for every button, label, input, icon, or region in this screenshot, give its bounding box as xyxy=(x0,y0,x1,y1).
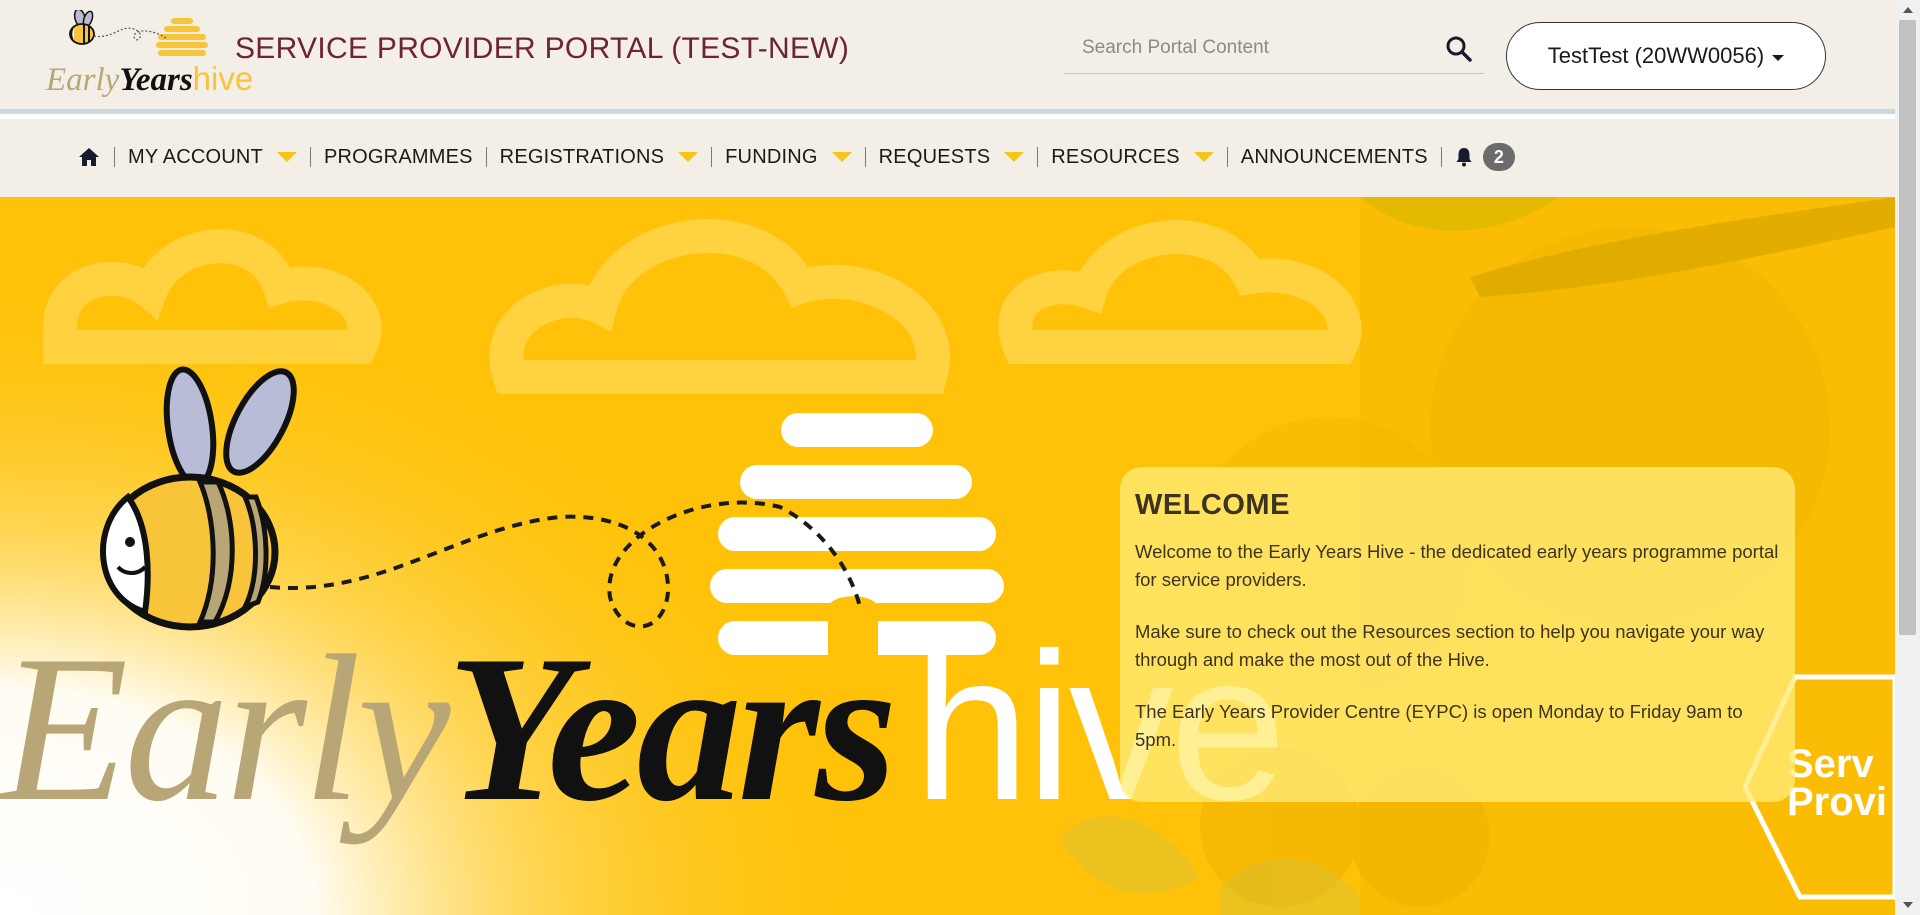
nav-funding[interactable]: FUNDING xyxy=(712,141,865,173)
nav-my-account-label: MY ACCOUNT xyxy=(128,145,263,168)
nav-home[interactable] xyxy=(76,141,114,173)
nav-resources[interactable]: RESOURCES xyxy=(1038,141,1227,173)
nav-my-account[interactable]: MY ACCOUNT xyxy=(115,141,310,173)
welcome-paragraph-3: The Early Years Provider Centre (EYPC) i… xyxy=(1135,701,1743,750)
welcome-card: WELCOME Welcome to the Early Years Hive … xyxy=(1120,467,1795,802)
welcome-paragraph-1: Welcome to the Early Years Hive - the de… xyxy=(1135,541,1779,590)
scroll-up-arrow[interactable] xyxy=(1895,0,1920,20)
service-provider-badge: Serv Provi xyxy=(1787,742,1888,824)
dropdown-caret-icon xyxy=(1004,152,1025,162)
main-navigation: MY ACCOUNT PROGRAMMES REGISTRATIONS FUND… xyxy=(0,119,1895,197)
portal-title: SERVICE PROVIDER PORTAL (TEST-NEW) xyxy=(235,32,850,65)
dropdown-caret-icon xyxy=(276,152,297,162)
nav-programmes[interactable]: PROGRAMMES xyxy=(311,141,486,173)
nav-requests[interactable]: REQUESTS xyxy=(866,141,1038,173)
nav-notifications[interactable]: 2 xyxy=(1442,141,1528,173)
page-scrollbar[interactable] xyxy=(1895,0,1920,915)
home-icon xyxy=(79,148,99,166)
search-button[interactable] xyxy=(1444,34,1474,64)
welcome-title: WELCOME xyxy=(1135,489,1290,521)
hero-brand-early: Early xyxy=(0,613,451,845)
nav-registrations-label: REGISTRATIONS xyxy=(499,145,665,168)
logo-word-years: Years xyxy=(119,62,193,98)
nav-announcements[interactable]: ANNOUNCEMENTS xyxy=(1228,141,1441,173)
dropdown-caret-icon xyxy=(831,152,852,162)
logo-wordmark: EarlyYearshive xyxy=(46,60,253,99)
nav-registrations[interactable]: REGISTRATIONS xyxy=(487,141,711,173)
site-header: EarlyYearshive SERVICE PROVIDER PORTAL (… xyxy=(0,0,1895,114)
chevron-down-icon xyxy=(1772,54,1785,61)
scroll-down-arrow[interactable] xyxy=(1895,895,1920,915)
logo-word-early: Early xyxy=(46,62,120,98)
nav-funding-label: FUNDING xyxy=(725,145,818,168)
nav-resources-label: RESOURCES xyxy=(1051,145,1180,168)
hero-brand-years: Years xyxy=(446,613,898,845)
bell-icon xyxy=(1456,148,1472,167)
dropdown-caret-icon xyxy=(678,152,699,162)
badge-text-line2: Provi xyxy=(1787,780,1888,824)
dropdown-caret-icon xyxy=(1193,152,1214,162)
nav-programmes-label: PROGRAMMES xyxy=(323,145,473,168)
user-menu-button[interactable]: TestTest (20WW0056) xyxy=(1506,22,1826,90)
notification-count-badge: 2 xyxy=(1482,143,1515,171)
scrollbar-thumb[interactable] xyxy=(1899,20,1916,635)
search-icon xyxy=(1446,36,1472,62)
hero-brand-wordmark: EarlyYearshive xyxy=(0,622,1286,835)
nav-announcements-label: ANNOUNCEMENTS xyxy=(1240,145,1428,168)
user-menu-label: TestTest (20WW0056) xyxy=(1547,43,1765,68)
nav-requests-label: REQUESTS xyxy=(878,145,991,168)
welcome-paragraph-2: Make sure to check out the Resources sec… xyxy=(1135,621,1765,670)
search-input[interactable] xyxy=(1064,24,1424,72)
search-bar xyxy=(1064,24,1484,74)
badge-text-line1: Serv xyxy=(1787,742,1874,786)
